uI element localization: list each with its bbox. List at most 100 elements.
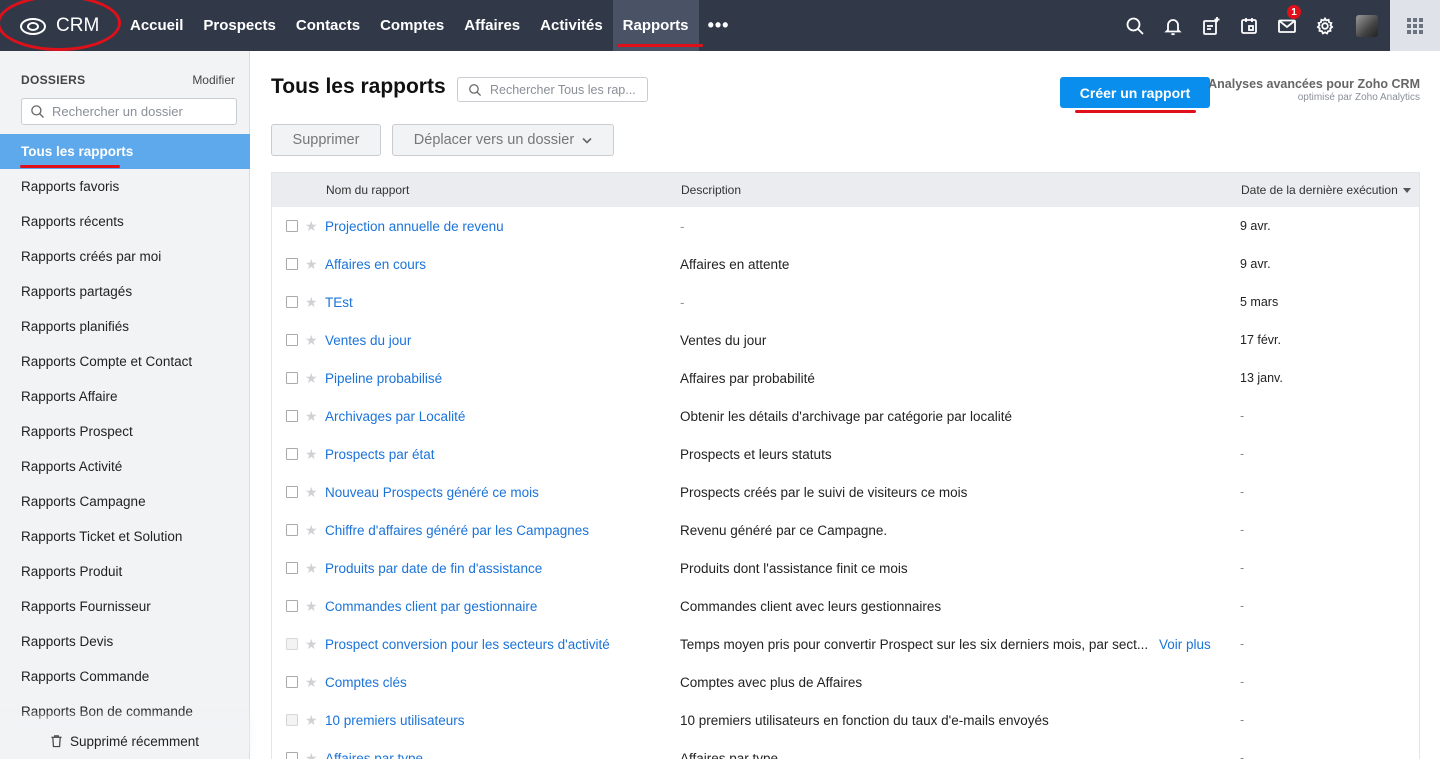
report-name-link[interactable]: 10 premiers utilisateurs: [325, 713, 465, 728]
table-row[interactable]: ★ Comptes clés Comptes avec plus de Affair…: [272, 663, 1419, 701]
folder-item-tickets[interactable]: Rapports Ticket et Solution: [0, 519, 250, 554]
row-checkbox[interactable]: [286, 220, 298, 232]
table-row[interactable]: ★ Affaires par type Affaires par type -: [272, 739, 1419, 759]
folder-item-sales-orders[interactable]: Rapports Commande: [0, 659, 250, 694]
row-checkbox[interactable]: [286, 486, 298, 498]
table-row[interactable]: ★ Prospect conversion pour les secteurs d…: [272, 625, 1419, 663]
favorite-star-icon[interactable]: ★: [305, 522, 318, 539]
folder-item-scheduled[interactable]: Rapports planifiés: [0, 309, 250, 344]
favorite-star-icon[interactable]: ★: [305, 256, 318, 273]
report-name-link[interactable]: Prospects par état: [325, 447, 435, 462]
column-header-name[interactable]: Nom du rapport: [326, 183, 409, 197]
favorite-star-icon[interactable]: ★: [305, 560, 318, 577]
row-checkbox[interactable]: [286, 714, 298, 726]
folder-item-quotes[interactable]: Rapports Devis: [0, 624, 250, 659]
table-row[interactable]: ★ Produits par date de fin d'assistance Pr…: [272, 549, 1419, 587]
folder-item-shared[interactable]: Rapports partagés: [0, 274, 250, 309]
table-row[interactable]: ★ Nouveau Prospects généré ce mois Prospec…: [272, 473, 1419, 511]
favorite-star-icon[interactable]: ★: [305, 484, 318, 501]
row-checkbox[interactable]: [286, 258, 298, 270]
row-checkbox[interactable]: [286, 448, 298, 460]
report-name-link[interactable]: Ventes du jour: [325, 333, 411, 348]
gear-icon[interactable]: [1306, 0, 1344, 51]
nav-item-contacts[interactable]: Contacts: [286, 0, 370, 51]
row-checkbox[interactable]: [286, 296, 298, 308]
folder-item-campaigns[interactable]: Rapports Campagne: [0, 484, 250, 519]
row-checkbox[interactable]: [286, 638, 298, 650]
nav-item-activites[interactable]: Activités: [530, 0, 613, 51]
report-name-link[interactable]: Archivages par Localité: [325, 409, 465, 424]
report-name-link[interactable]: Commandes client par gestionnaire: [325, 599, 537, 614]
table-row[interactable]: ★ Pipeline probabilisé Affaires par probab…: [272, 359, 1419, 397]
user-avatar[interactable]: [1356, 14, 1378, 37]
report-name-link[interactable]: Pipeline probabilisé: [325, 371, 442, 386]
table-row[interactable]: ★ Projection annuelle de revenu - 9 avr.: [272, 207, 1419, 245]
bell-icon[interactable]: [1154, 0, 1192, 51]
calendar-icon[interactable]: [1230, 0, 1268, 51]
nav-item-rapports[interactable]: Rapports: [612, 0, 703, 51]
table-row[interactable]: ★ Commandes client par gestionnaire Comman…: [272, 587, 1419, 625]
report-name-link[interactable]: Projection annuelle de revenu: [325, 219, 504, 234]
nav-item-comptes[interactable]: Comptes: [370, 0, 454, 51]
row-checkbox[interactable]: [286, 334, 298, 346]
table-row[interactable]: ★ 10 premiers utilisateurs 10 premiers uti…: [272, 701, 1419, 739]
favorite-star-icon[interactable]: ★: [305, 370, 318, 387]
folder-item-activities[interactable]: Rapports Activité: [0, 449, 250, 484]
search-icon[interactable]: [1116, 0, 1154, 51]
table-row[interactable]: ★ Affaires en cours Affaires en attente 9 a…: [272, 245, 1419, 283]
table-row[interactable]: ★ Ventes du jour Ventes du jour 17 févr.: [272, 321, 1419, 359]
nav-item-affaires[interactable]: Affaires: [454, 0, 530, 51]
report-search-input[interactable]: [490, 82, 640, 97]
favorite-star-icon[interactable]: ★: [305, 332, 318, 349]
favorite-star-icon[interactable]: ★: [305, 598, 318, 615]
row-checkbox[interactable]: [286, 524, 298, 536]
advanced-analytics-link[interactable]: Analyses avancées pour Zoho CRM optimisé…: [1208, 77, 1420, 103]
folder-item-recent[interactable]: Rapports récents: [0, 204, 250, 239]
row-checkbox[interactable]: [286, 752, 298, 759]
folder-item-products[interactable]: Rapports Produit: [0, 554, 250, 589]
favorite-star-icon[interactable]: ★: [305, 674, 318, 691]
crm-logo[interactable]: CRM: [18, 0, 99, 51]
folder-item-favorites[interactable]: Rapports favoris: [0, 169, 250, 204]
mail-icon[interactable]: 1: [1268, 0, 1306, 51]
create-report-button[interactable]: Créer un rapport: [1060, 77, 1210, 108]
see-more-link[interactable]: Voir plus: [1159, 637, 1211, 652]
favorite-star-icon[interactable]: ★: [305, 408, 318, 425]
report-name-link[interactable]: Comptes clés: [325, 675, 407, 690]
recently-deleted-link[interactable]: Supprimé récemment: [0, 723, 249, 759]
folder-item-vendors[interactable]: Rapports Fournisseur: [0, 589, 250, 624]
favorite-star-icon[interactable]: ★: [305, 636, 318, 653]
folder-item-all-reports[interactable]: Tous les rapports: [0, 134, 250, 169]
row-checkbox[interactable]: [286, 600, 298, 612]
report-name-link[interactable]: Prospect conversion pour les secteurs d'…: [325, 637, 610, 652]
report-name-link[interactable]: Affaires par type: [325, 751, 423, 759]
favorite-star-icon[interactable]: ★: [305, 712, 318, 729]
folder-item-leads[interactable]: Rapports Prospect: [0, 414, 250, 449]
delete-button[interactable]: Supprimer: [271, 124, 381, 156]
nav-item-prospects[interactable]: Prospects: [193, 0, 286, 51]
folder-item-created-by-me[interactable]: Rapports créés par moi: [0, 239, 250, 274]
favorite-star-icon[interactable]: ★: [305, 218, 318, 235]
folder-item-account-contact[interactable]: Rapports Compte et Contact: [0, 344, 250, 379]
nav-item-accueil[interactable]: Accueil: [120, 0, 193, 51]
report-name-link[interactable]: Produits par date de fin d'assistance: [325, 561, 542, 576]
favorite-star-icon[interactable]: ★: [305, 294, 318, 311]
column-header-date[interactable]: Date de la dernière exécution: [1241, 183, 1411, 197]
report-name-link[interactable]: TEst: [325, 295, 353, 310]
favorite-star-icon[interactable]: ★: [305, 750, 318, 759]
folder-item-deals[interactable]: Rapports Affaire: [0, 379, 250, 414]
table-row[interactable]: ★ Chiffre d'affaires généré par les Campa…: [272, 511, 1419, 549]
table-row[interactable]: ★ Archivages par Localité Obtenir les déta…: [272, 397, 1419, 435]
row-checkbox[interactable]: [286, 410, 298, 422]
apps-grid-button[interactable]: [1390, 0, 1440, 51]
table-row[interactable]: ★ TEst - 5 mars: [272, 283, 1419, 321]
nav-more-button[interactable]: •••: [699, 0, 739, 51]
move-to-folder-button[interactable]: Déplacer vers un dossier: [392, 124, 614, 156]
column-header-description[interactable]: Description: [681, 183, 741, 197]
folder-search-input[interactable]: [52, 104, 222, 119]
report-name-link[interactable]: Affaires en cours: [325, 257, 426, 272]
row-checkbox[interactable]: [286, 676, 298, 688]
row-checkbox[interactable]: [286, 562, 298, 574]
table-row[interactable]: ★ Prospects par état Prospects et leurs st…: [272, 435, 1419, 473]
favorite-star-icon[interactable]: ★: [305, 446, 318, 463]
